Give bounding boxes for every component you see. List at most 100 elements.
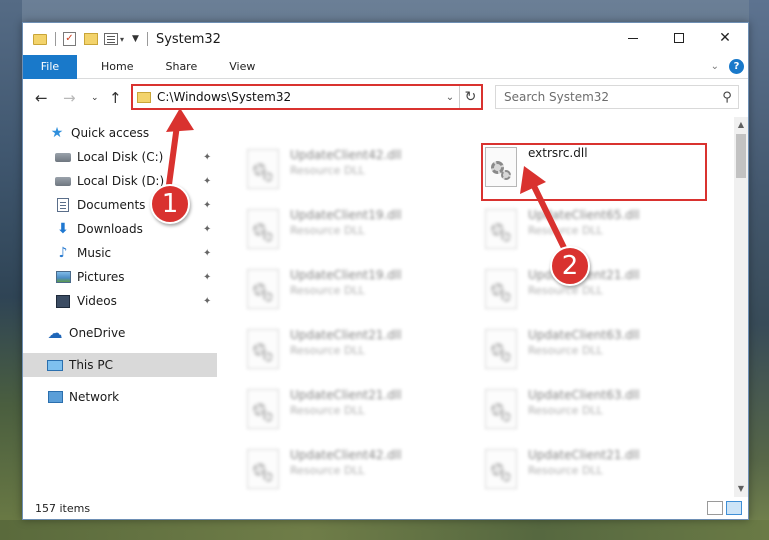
sidebar-item-label: Downloads: [77, 222, 143, 236]
pictures-icon: [55, 270, 71, 284]
sidebar-item-label: Quick access: [71, 126, 150, 140]
forward-arrow-icon[interactable]: →: [63, 89, 76, 107]
file-type: Resource DLL: [528, 284, 603, 297]
file-type: Resource DLL: [528, 224, 603, 237]
sidebar-item-quick-access[interactable]: ★ Quick access: [23, 121, 217, 145]
sidebar-item-this-pc[interactable]: This PC: [23, 353, 217, 377]
file-list: UpdateClient42.dll Resource DLL UpdateCli…: [219, 117, 734, 497]
status-bar: 157 items: [23, 497, 748, 519]
sidebar-item-label: Local Disk (C:): [77, 150, 164, 164]
dll-file-icon: [247, 329, 279, 369]
video-film-icon: [55, 294, 71, 308]
dll-file-icon: [247, 209, 279, 249]
dll-file-icon: [485, 449, 517, 489]
folder-icon: [33, 33, 47, 45]
help-icon[interactable]: ?: [729, 59, 744, 74]
tab-share[interactable]: Share: [149, 60, 213, 73]
expand-ribbon-chevron-icon[interactable]: ⌄: [711, 61, 719, 72]
pin-icon[interactable]: ✦: [203, 248, 211, 259]
pin-icon[interactable]: ✦: [203, 152, 211, 163]
search-box[interactable]: Search System32 ⚲: [495, 85, 739, 109]
customize-toolbar-icon[interactable]: ▼: [132, 34, 139, 44]
documents-icon: [55, 198, 71, 212]
scrollbar-thumb[interactable]: [736, 134, 746, 178]
list-item[interactable]: UpdateClient21.dllResource DLL: [485, 265, 705, 315]
file-name: UpdateClient21.dll: [290, 388, 402, 402]
window-controls: ✕: [610, 23, 748, 53]
tab-view[interactable]: View: [213, 60, 271, 73]
pin-icon[interactable]: ✦: [203, 272, 211, 283]
sidebar-item-label: OneDrive: [69, 326, 126, 340]
file-type: Resource DLL: [290, 164, 365, 177]
close-button[interactable]: ✕: [702, 23, 748, 53]
computer-icon: [47, 358, 63, 372]
back-arrow-icon[interactable]: ←: [35, 89, 48, 107]
vertical-scrollbar[interactable]: ▲ ▼: [734, 117, 748, 497]
sidebar-item-local-disk-d[interactable]: Local Disk (D:) ✦: [23, 169, 217, 193]
address-bar[interactable]: C:\Windows\System32 ⌄ ↻: [131, 84, 483, 110]
sidebar-item-local-disk-c[interactable]: Local Disk (C:) ✦: [23, 145, 217, 169]
search-input[interactable]: Search System32: [496, 90, 716, 104]
details-view-icon[interactable]: [707, 501, 723, 515]
address-path[interactable]: C:\Windows\System32: [157, 90, 441, 104]
list-item[interactable]: UpdateClient42.dll Resource DLL: [247, 145, 467, 195]
refresh-icon[interactable]: ↻: [459, 86, 481, 108]
list-item[interactable]: UpdateClient65.dll Resource DLL: [485, 205, 705, 255]
sidebar-item-label: Local Disk (D:): [77, 174, 165, 188]
sidebar-item-music[interactable]: ♪ Music ✦: [23, 241, 217, 265]
pin-icon[interactable]: ✦: [203, 176, 211, 187]
disk-icon: [55, 150, 71, 164]
music-note-icon: ♪: [58, 245, 68, 261]
properties-check-icon[interactable]: ✓: [63, 32, 76, 46]
sidebar-item-videos[interactable]: Videos ✦: [23, 289, 217, 313]
navigation-pane: ★ Quick access Local Disk (C:) ✦ Local D…: [23, 117, 219, 497]
tab-file[interactable]: File: [23, 54, 77, 79]
file-type: Resource DLL: [290, 464, 365, 477]
close-icon: ✕: [719, 30, 731, 46]
up-arrow-icon[interactable]: ↑: [109, 89, 122, 107]
list-item[interactable]: UpdateClient19.dll Resource DLL: [247, 265, 467, 315]
list-item[interactable]: UpdateClient42.dll Resource DLL: [247, 445, 467, 495]
dll-file-icon: [247, 149, 279, 189]
large-icons-view-icon[interactable]: [726, 501, 742, 515]
sidebar-item-label: Network: [69, 390, 120, 404]
maximize-button[interactable]: [656, 23, 702, 53]
search-icon[interactable]: ⚲: [716, 90, 738, 105]
list-item[interactable]: UpdateClient63.dll Resource DLL: [485, 325, 705, 375]
list-item[interactable]: UpdateClient19.dll Resource DLL: [247, 205, 467, 255]
sidebar-item-downloads[interactable]: ⬇ Downloads ✦: [23, 217, 217, 241]
sidebar-item-pictures[interactable]: Pictures ✦: [23, 265, 217, 289]
file-name: UpdateClient19.dll: [290, 268, 402, 282]
scroll-down-arrow-icon[interactable]: ▼: [734, 481, 748, 497]
list-item[interactable]: UpdateClient21.dllResource DLL: [247, 385, 467, 435]
sidebar-item-onedrive[interactable]: ☁ OneDrive: [23, 321, 217, 345]
properties-icon[interactable]: [104, 33, 118, 45]
title-bar: ✓ ▾ ▼ System32 ✕: [23, 23, 748, 55]
callout-2: 2: [550, 246, 590, 286]
list-item[interactable]: UpdateClient21.dllResource DLL: [247, 325, 467, 375]
ribbon-tabs: File Home Share View ⌄ ?: [23, 54, 748, 79]
pin-icon[interactable]: ✦: [203, 200, 211, 211]
new-folder-icon[interactable]: [84, 33, 98, 45]
desktop-background-bottom: [0, 520, 769, 540]
scroll-up-arrow-icon[interactable]: ▲: [734, 117, 748, 133]
file-name: UpdateClient65.dll: [528, 208, 640, 222]
list-item[interactable]: UpdateClient63.dll Resource DLL: [485, 385, 705, 435]
list-item[interactable]: UpdateClient21.dllResource DLL: [485, 445, 705, 495]
pin-icon[interactable]: ✦: [203, 296, 211, 307]
sidebar-item-network[interactable]: Network: [23, 385, 217, 409]
toolbar-separator: [55, 32, 56, 46]
address-dropdown-chevron-icon[interactable]: ⌄: [441, 92, 459, 103]
dll-file-icon: [247, 449, 279, 489]
chevron-down-icon[interactable]: ▾: [120, 35, 124, 44]
tab-home[interactable]: Home: [85, 60, 149, 73]
dll-file-icon: [485, 329, 517, 369]
desktop-background-right: [749, 0, 769, 540]
recent-locations-chevron-icon[interactable]: ⌄: [91, 93, 99, 103]
pin-icon[interactable]: ✦: [203, 224, 211, 235]
minimize-button[interactable]: [610, 23, 656, 53]
file-name: UpdateClient21.dll: [528, 448, 640, 462]
callout-1: 1: [150, 184, 190, 224]
dll-file-icon: [485, 389, 517, 429]
cloud-icon: ☁: [47, 324, 63, 342]
